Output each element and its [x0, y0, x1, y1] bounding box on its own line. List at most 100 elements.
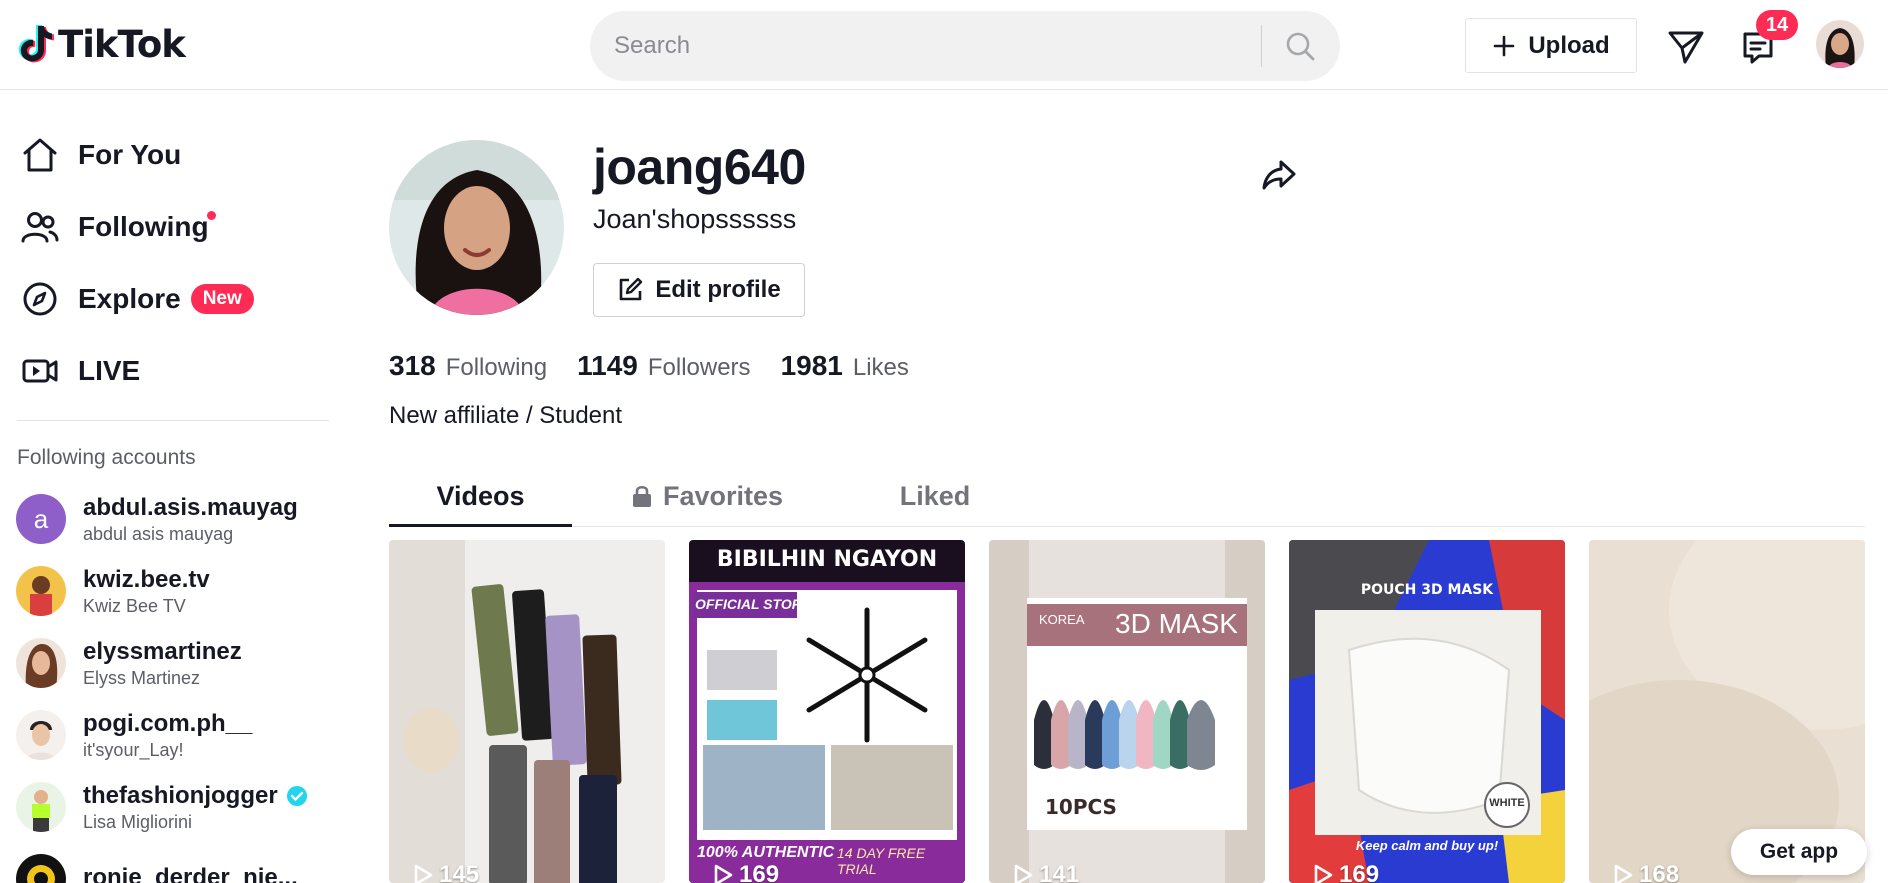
plus-icon — [1494, 35, 1515, 56]
search-button[interactable] — [1280, 26, 1320, 66]
profile-avatar-image — [389, 140, 564, 315]
tiktok-logo[interactable]: TikTok — [16, 22, 186, 66]
official-store-label: OFFICIAL STORE — [695, 596, 812, 612]
following-account[interactable]: a abdul.asis.mauyag abdul asis mauyag — [16, 489, 326, 549]
play-icon — [714, 864, 733, 883]
following-account[interactable]: ronie_derder_nie... — [16, 849, 326, 883]
account-username: ronie_derder_nie... — [83, 864, 298, 883]
stat-value: 1149 — [577, 350, 638, 381]
search-divider — [1261, 25, 1262, 67]
stat-value: 1981 — [780, 350, 843, 381]
sidebar-item-live[interactable]: LIVE — [18, 341, 318, 401]
account-username-text: thefashionjogger — [83, 781, 278, 809]
user-avatar-image — [1816, 20, 1864, 68]
live-icon — [18, 349, 62, 393]
sidebar-divider — [17, 420, 329, 421]
play-count: 145 — [413, 861, 479, 883]
account-name: abdul asis mauyag — [83, 523, 234, 544]
messages-button[interactable] — [1666, 27, 1706, 67]
profile-tabs: Videos Favorites Liked — [389, 465, 1865, 527]
tab-favorites[interactable]: Favorites — [617, 465, 797, 527]
profile-username: joang640 — [593, 139, 806, 195]
profile-nickname: Joan'shopssssss — [593, 204, 797, 234]
pouch-caption: Keep calm and buy up! — [1355, 838, 1499, 853]
following-accounts-heading: Following accounts — [17, 446, 196, 469]
get-app-button[interactable]: Get app — [1731, 829, 1867, 875]
search-input[interactable] — [614, 11, 1254, 81]
avatar — [16, 854, 66, 883]
following-account[interactable]: elyssmartinez Elyss Martinez — [16, 633, 326, 693]
account-name: Lisa Migliorini — [83, 811, 193, 832]
profile-avatar[interactable] — [389, 140, 564, 315]
avatar: a — [16, 494, 66, 544]
share-icon — [1262, 160, 1296, 190]
stat-likes: 1981 Likes — [781, 350, 909, 382]
account-username: abdul.asis.mauyag — [83, 493, 298, 521]
tab-label: Favorites — [662, 480, 784, 511]
play-count-value: 169 — [739, 861, 780, 883]
upload-label: Upload — [1528, 31, 1610, 59]
play-count-value: 169 — [1339, 861, 1380, 883]
video-card[interactable]: BIBILHIN NGAYON OFFICIAL STORE 100% AUTH… — [689, 540, 965, 883]
white-label: WHITE — [1489, 797, 1525, 809]
sidebar-item-label: For You — [78, 139, 182, 170]
verified-icon — [286, 785, 307, 806]
stat-followers[interactable]: 1149 Followers — [577, 350, 750, 382]
video-card[interactable]: POUCH 3D MASK WHITE Keep calm and buy up… — [1289, 540, 1565, 883]
stat-label: Following — [445, 354, 548, 381]
account-username: elyssmartinez — [83, 637, 242, 665]
sidebar-item-label: LIVE — [78, 355, 141, 386]
following-account[interactable]: kwiz.bee.tv Kwiz Bee TV — [16, 561, 326, 621]
top-header: TikTok Upload 14 — [0, 0, 1888, 90]
sidebar-item-following[interactable]: Following — [18, 197, 318, 257]
home-icon — [18, 133, 62, 177]
free-trial-label: 14 DAY FREE TRIAL — [837, 845, 926, 877]
avatar — [16, 782, 66, 832]
notification-dot — [207, 211, 216, 220]
following-account[interactable]: pogi.com.ph__ it'syour_Lay! — [16, 705, 326, 765]
authentic-label: 100% AUTHENTIC — [697, 844, 835, 861]
sidebar: For You Following Explore New LIVE Follo… — [0, 91, 330, 883]
sidebar-item-explore[interactable]: Explore New — [18, 269, 318, 329]
avatar — [16, 710, 66, 760]
thumbnail-title-text: BIBILHIN NGAYON — [716, 546, 938, 572]
account-name: it'syour_Lay! — [83, 739, 184, 760]
account-name: Elyss Martinez — [83, 667, 201, 688]
search-icon — [1286, 32, 1315, 61]
edit-profile-button[interactable]: Edit profile — [593, 263, 805, 317]
play-count: 169 — [1313, 861, 1379, 883]
mask-pieces-label: 10PCS — [1045, 795, 1117, 819]
profile-stats: 318 Following 1149 Followers 1981 Likes — [389, 350, 939, 382]
stat-label: Likes — [852, 354, 909, 381]
inbox-badge: 14 — [1756, 10, 1798, 40]
share-button[interactable] — [1258, 154, 1300, 196]
sidebar-item-for-you[interactable]: For You — [18, 125, 318, 185]
active-tab-indicator — [389, 524, 572, 527]
avatar — [16, 638, 66, 688]
logo-text: TikTok — [58, 22, 186, 66]
upload-button[interactable]: Upload — [1465, 18, 1637, 73]
play-count: 169 — [713, 861, 779, 883]
profile-bio: New affiliate / Student — [389, 402, 623, 429]
play-count-value: 141 — [1039, 861, 1080, 883]
account-username: pogi.com.ph__ — [83, 709, 253, 737]
avatar — [16, 566, 66, 616]
video-thumbnail — [989, 540, 1265, 883]
following-account[interactable]: thefashionjogger Lisa Migliorini — [16, 777, 326, 837]
paper-plane-icon — [1668, 31, 1704, 64]
tab-videos[interactable]: Videos — [389, 465, 572, 527]
video-grid: 145 BIBILHIN NGAYON OFFICIAL STORE 100% … — [389, 540, 1865, 883]
header-avatar[interactable] — [1816, 20, 1864, 68]
stat-following[interactable]: 318 Following — [389, 350, 547, 382]
tab-liked[interactable]: Liked — [845, 465, 1025, 527]
tiktok-logo-icon — [18, 25, 54, 63]
video-thumbnail — [689, 540, 965, 883]
account-username: thefashionjogger — [83, 782, 308, 810]
mask-korea-label: KOREA — [1039, 612, 1085, 627]
following-icon — [18, 205, 62, 249]
video-card[interactable]: 145 — [389, 540, 665, 883]
mask-title-label: 3D MASK — [1115, 608, 1238, 639]
video-card[interactable]: KOREA 3D MASK 10PCS 141 — [989, 540, 1265, 883]
lock-icon — [632, 485, 651, 507]
tab-label: Videos — [436, 480, 525, 511]
